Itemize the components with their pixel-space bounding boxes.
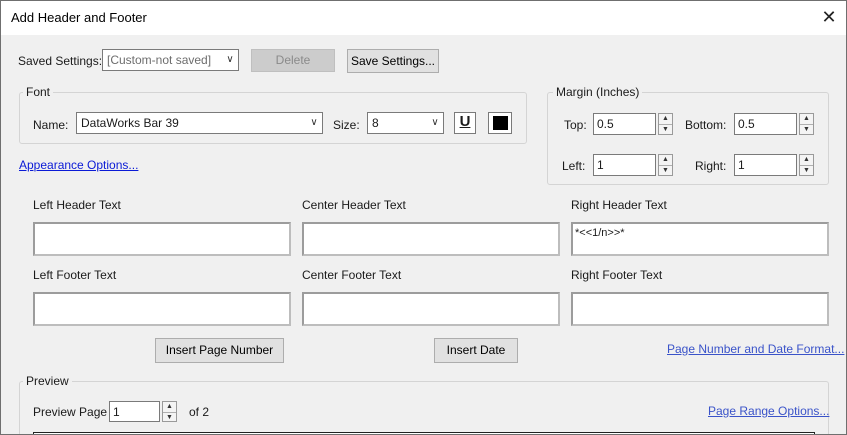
save-settings-button[interactable]: Save Settings... [347,49,439,73]
margin-left-spinner[interactable]: ▲ ▼ [658,154,673,176]
margin-top-label: Top: [564,118,587,132]
preview-page-label: Preview Page [33,405,108,419]
preview-group-title: Preview [23,374,72,388]
font-size-value: 8 [372,116,379,130]
chevron-down-icon: ∨ [310,117,318,128]
preview-page-input[interactable]: 1 [109,401,160,422]
center-header-label: Center Header Text [302,198,406,212]
right-footer-label: Right Footer Text [571,268,663,282]
spin-down-icon[interactable]: ▼ [800,165,813,175]
center-footer-text-input[interactable] [302,292,560,326]
font-name-value: DataWorks Bar 39 [81,116,179,130]
page-number-date-format-link[interactable]: Page Number and Date Format... [667,342,844,356]
underline-button[interactable]: U [454,112,476,134]
saved-settings-label: Saved Settings: [18,54,103,68]
close-icon[interactable]: ✕ [814,7,844,29]
right-header-text-input[interactable]: *<<1/n>>* [571,222,829,256]
preview-page-spinner[interactable]: ▲ ▼ [162,401,177,422]
spin-up-icon[interactable]: ▲ [163,402,176,412]
margin-left-input[interactable]: 1 [593,154,656,176]
preview-page-count: of 2 [189,405,210,419]
center-footer-label: Center Footer Text [302,268,402,282]
delete-button[interactable]: Delete [251,49,335,72]
color-swatch-icon [493,116,508,130]
add-header-footer-dialog: Add Header and Footer ✕ Saved Settings: … [0,0,847,435]
margin-group-title: Margin (Inches) [553,85,643,99]
margin-right-spinner[interactable]: ▲ ▼ [799,154,814,176]
left-footer-label: Left Footer Text [33,268,117,282]
spin-down-icon[interactable]: ▼ [659,165,672,175]
text-color-button[interactable] [488,112,512,134]
title-bar: Add Header and Footer ✕ [1,1,846,35]
spin-up-icon[interactable]: ▲ [659,114,672,124]
margin-bottom-spinner[interactable]: ▲ ▼ [799,113,814,135]
appearance-options-link[interactable]: Appearance Options... [19,158,138,172]
left-header-label: Left Header Text [33,198,121,212]
spin-up-icon[interactable]: ▲ [800,114,813,124]
spin-up-icon[interactable]: ▲ [800,155,813,165]
right-footer-text-input[interactable] [571,292,829,326]
insert-page-number-button[interactable]: Insert Page Number [155,338,284,363]
font-size-dropdown[interactable]: 8 ∨ [367,112,444,134]
font-size-label: Size: [333,118,360,132]
right-header-label: Right Header Text [571,198,667,212]
margin-top-spinner[interactable]: ▲ ▼ [658,113,673,135]
dialog-title: Add Header and Footer [11,10,147,25]
chevron-down-icon: ∨ [431,117,439,128]
font-group-title: Font [23,85,54,99]
center-header-text-input[interactable] [302,222,560,256]
margin-bottom-input[interactable]: 0.5 [734,113,797,135]
font-name-label: Name: [33,118,69,132]
font-name-dropdown[interactable]: DataWorks Bar 39 ∨ [76,112,323,134]
insert-date-button[interactable]: Insert Date [434,338,518,363]
spin-up-icon[interactable]: ▲ [659,155,672,165]
spin-down-icon[interactable]: ▼ [800,124,813,134]
chevron-down-icon: ∨ [226,54,234,65]
margin-bottom-label: Bottom: [685,118,727,132]
saved-settings-value: [Custom-not saved] [107,53,212,67]
margin-right-label: Right: [695,159,727,173]
left-footer-text-input[interactable] [33,292,291,326]
spin-down-icon[interactable]: ▼ [163,411,176,422]
page-range-options-link[interactable]: Page Range Options... [708,404,829,418]
margin-left-label: Left: [562,159,586,173]
saved-settings-dropdown[interactable]: [Custom-not saved] ∨ [102,49,239,71]
margin-right-input[interactable]: 1 [734,154,797,176]
spin-down-icon[interactable]: ▼ [659,124,672,134]
left-header-text-input[interactable] [33,222,291,256]
margin-top-input[interactable]: 0.5 [593,113,656,135]
